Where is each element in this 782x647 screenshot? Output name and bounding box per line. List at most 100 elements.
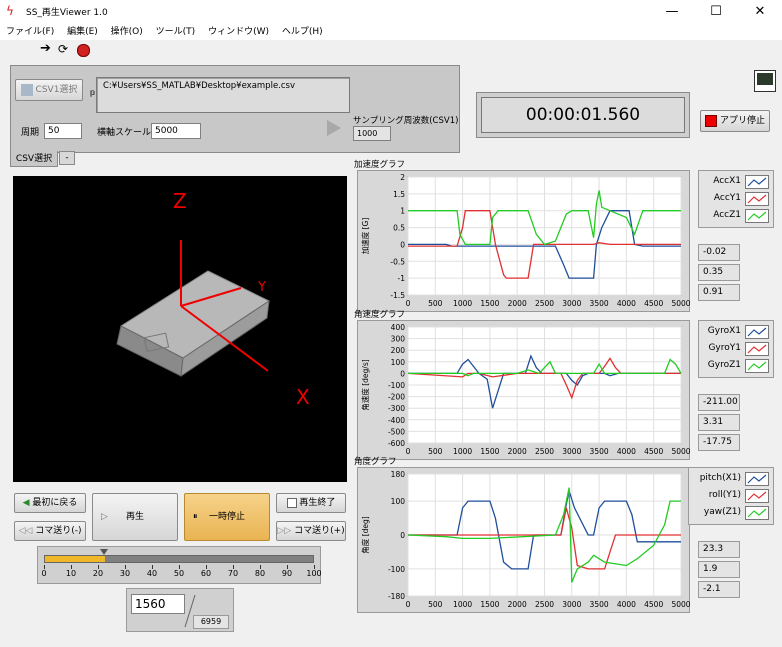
play-label: 再生 [125, 512, 144, 522]
legend-item[interactable]: AccX1 [701, 175, 769, 189]
legend-item[interactable]: GyroX1 [701, 325, 769, 339]
y-tick-label: 0 [400, 369, 405, 378]
legend-swatch[interactable] [745, 209, 769, 223]
scene-svg: Z Y X [116, 189, 310, 409]
menu-edit[interactable]: 編集(E) [67, 24, 98, 40]
tab-csv-select[interactable]: CSV選択 [10, 151, 58, 167]
end-play-label: 再生終了 [299, 498, 336, 508]
menu-window[interactable]: ウィンドウ(W) [208, 24, 269, 40]
y-tick-label: 100 [391, 358, 406, 367]
x-tick-label: 5000 [671, 299, 690, 308]
slider-tick-label: 90 [281, 569, 293, 578]
legend-swatch[interactable] [745, 342, 769, 356]
app-stop-label: アプリ停止 [719, 116, 765, 126]
abort-stop-icon[interactable] [77, 44, 90, 57]
legend-item[interactable]: AccY1 [701, 192, 769, 206]
csv-panel: CSV1選択 𝕡 C:¥Users¥SS_MATLAB¥Desktop¥exam… [10, 65, 460, 153]
sampling-label: サンプリング周波数(CSV1) [353, 116, 459, 126]
slider-tick-label: 60 [200, 569, 212, 578]
legend-label: roll(Y1) [708, 490, 741, 500]
graph-title: 加速度グラフ [354, 160, 406, 170]
close-button[interactable]: ✕ [738, 0, 782, 24]
xscale-label: 横軸スケール [97, 128, 152, 138]
progress-slider-panel: 0 10 20 30 40 50 60 70 80 90 100 [37, 546, 322, 584]
legend-swatch[interactable] [745, 192, 769, 206]
menu-tools[interactable]: ツール(T) [156, 24, 196, 40]
app-icon: ϟ [6, 4, 14, 18]
legend-item[interactable]: yaw(Z1) [691, 506, 769, 520]
value-indicator: 0.35 [698, 264, 740, 281]
frame-current-input[interactable]: 1560 [131, 594, 185, 614]
y-tick-label: 0 [400, 240, 405, 249]
legend-label: yaw(Z1) [703, 507, 741, 517]
csv-path-field[interactable]: C:¥Users¥SS_MATLAB¥Desktop¥example.csv [96, 77, 350, 113]
csv-select-button[interactable]: CSV1選択 [15, 79, 83, 101]
scene-3d[interactable]: Z Y X [13, 176, 347, 482]
legend-swatch[interactable] [745, 472, 769, 486]
menu-operate[interactable]: 操作(O) [111, 24, 143, 40]
x-tick-label: 4500 [644, 447, 663, 456]
x-tick-label: 2000 [508, 447, 527, 456]
x-tick-label: 1500 [480, 447, 499, 456]
play-button[interactable]: ▷ 再生 [92, 493, 178, 541]
slider-tick-label: 50 [173, 569, 185, 578]
legend-item[interactable]: pitch(X1) [691, 472, 769, 486]
legend-label: GyroY1 [708, 343, 741, 353]
legend-swatch[interactable] [745, 175, 769, 189]
maximize-button[interactable]: ☐ [694, 0, 738, 24]
minimize-button[interactable]: — [650, 0, 694, 24]
legend-wave-icon [747, 508, 767, 518]
graph-panel: 180 100 0 -100 -180 0 500 1000 1500 2000 2500 3000 3… [357, 467, 691, 613]
back-to-start-button[interactable]: ◀ 最初に戻る [14, 493, 86, 513]
value-indicator: -17.75 [698, 434, 740, 451]
legend-swatch[interactable] [745, 506, 769, 520]
value-indicator: 1.9 [698, 561, 740, 578]
app-stop-button[interactable]: アプリ停止 [700, 110, 770, 132]
title-bar: ϟ SS_再生Viewer 1.0 — ☐ ✕ [0, 0, 782, 24]
y-tick-label: 2 [400, 173, 405, 182]
slider-thumb[interactable] [100, 549, 109, 555]
xscale-input[interactable]: 5000 [151, 123, 201, 139]
back-to-start-label: 最初に戻る [32, 498, 78, 508]
legend-item[interactable]: AccZ1 [701, 209, 769, 223]
slider-scale: 0 10 20 30 40 50 60 70 80 90 100 [41, 565, 322, 583]
legend-swatch[interactable] [745, 489, 769, 503]
y-tick-label: -100 [388, 565, 405, 574]
end-play-button[interactable]: 再生終了 [276, 493, 346, 513]
axis-y-label: Y [257, 280, 266, 295]
y-tick-label: -600 [388, 439, 405, 448]
x-tick-label: 500 [428, 600, 443, 609]
step-back-button[interactable]: ◁◁ コマ送り(-) [14, 521, 86, 541]
legend-wave-icon [747, 194, 767, 204]
run-arrow-icon[interactable]: ➔ [40, 42, 51, 56]
value-indicator: 3.31 [698, 414, 740, 431]
pause-button[interactable]: ⏸ 一時停止 [184, 493, 270, 541]
y-tick-label: -400 [388, 416, 405, 425]
legend-wave-icon [747, 474, 767, 484]
tab-minus[interactable]: - [59, 151, 75, 165]
legend-label: AccZ1 [713, 210, 741, 220]
legend-swatch[interactable] [745, 325, 769, 339]
slider-track[interactable] [44, 555, 314, 563]
run-triangle-icon[interactable] [327, 120, 341, 136]
x-tick-label: 3500 [590, 447, 609, 456]
x-tick-label: 500 [428, 299, 443, 308]
legend-item[interactable]: GyroZ1 [701, 359, 769, 373]
graph-title: 角速度グラフ [354, 310, 406, 320]
graph-legend: GyroX1 GyroY1 GyroZ1 [698, 320, 774, 378]
menu-help[interactable]: ヘルプ(H) [282, 24, 323, 40]
y-tick-label: 0.5 [393, 224, 405, 233]
menu-file[interactable]: ファイル(F) [6, 24, 54, 40]
run-continuous-icon[interactable]: ⟳ [58, 42, 68, 56]
slider-tick-label: 40 [146, 569, 158, 578]
legend-swatch[interactable] [745, 359, 769, 373]
legend-item[interactable]: GyroY1 [701, 342, 769, 356]
legend-item[interactable]: roll(Y1) [691, 489, 769, 503]
step-back-label: コマ送り(-) [35, 526, 82, 536]
graph-panel: 2 1.5 1 0.5 0 -0.5 -1 -1.5 0 500 1000 1500 2000 2500 3… [357, 170, 691, 312]
period-input[interactable]: 50 [44, 123, 82, 139]
graph-svg: 1801000-100-1800 500 1000 1500 2000 2500 3000 3… [360, 470, 691, 609]
step-forward-button[interactable]: ▷▷ コマ送り(+) [276, 521, 346, 541]
x-tick-label: 2000 [508, 600, 527, 609]
legend-wave-icon [747, 211, 767, 221]
